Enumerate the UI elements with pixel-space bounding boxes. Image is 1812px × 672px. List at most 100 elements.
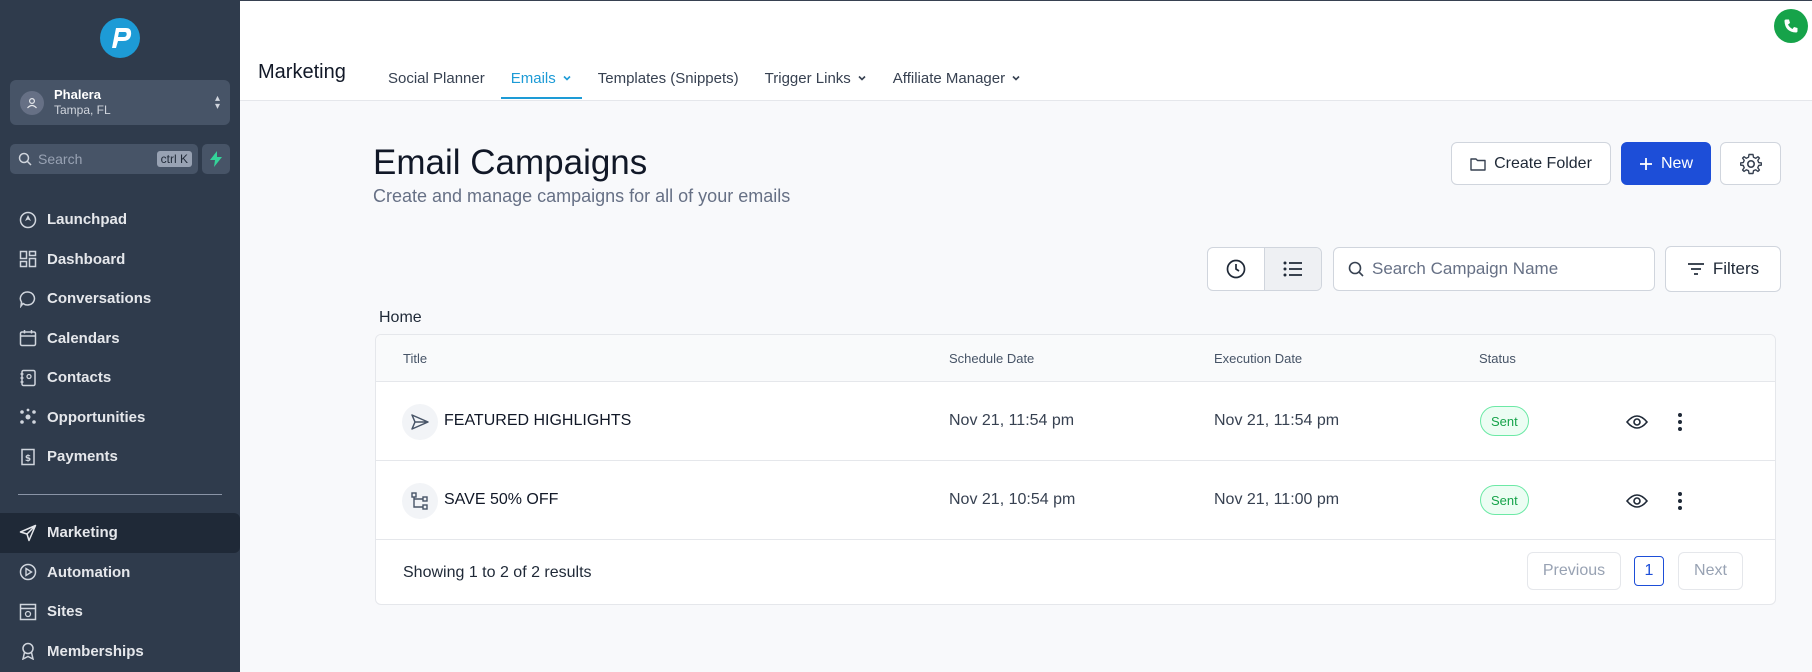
search-icon <box>18 152 32 166</box>
chevron-up-down-icon: ▴ ▾ <box>214 92 220 112</box>
status-badge: Sent <box>1480 406 1529 436</box>
preview-button[interactable] <box>1625 410 1649 434</box>
sidebar-item-label: Dashboard <box>47 250 126 268</box>
chat-icon <box>19 290 36 308</box>
schedule-date: Nov 21, 10:54 pm <box>949 491 1076 508</box>
award-icon <box>21 643 35 661</box>
sidebar-item-label: Marketing <box>47 524 118 542</box>
sidebar-item-label: Payments <box>47 448 118 466</box>
sites-icon <box>19 603 37 620</box>
send-icon <box>402 404 438 440</box>
execution-date: Nov 21, 11:00 pm <box>1214 491 1340 508</box>
brand-logo[interactable] <box>98 16 142 60</box>
create-folder-label: Create Folder <box>1494 154 1592 172</box>
tab-affiliate-manager[interactable]: Affiliate Manager <box>883 57 1031 99</box>
filters-label: Filters <box>1712 259 1760 278</box>
column-header-title: Title <box>403 351 428 366</box>
execution-date: Nov 21, 11:54 pm <box>1214 412 1340 429</box>
sidebar-item-opportunities[interactable]: Opportunities <box>0 398 240 438</box>
chevron-down-icon <box>858 75 866 81</box>
table-footer: Showing 1 to 2 of 2 results Previous 1 N… <box>376 540 1775 604</box>
sidebar-item-label: Contacts <box>47 369 112 387</box>
sidebar-item-label: Automation <box>47 563 131 581</box>
sidebar-item-calendars[interactable]: Calendars <box>0 319 240 359</box>
list-icon <box>1283 261 1302 277</box>
location-city: Tampa, FL <box>54 103 111 117</box>
sidebar-item-launchpad[interactable]: Launchpad <box>0 200 240 240</box>
section-title: Marketing <box>258 61 346 83</box>
list-view-button[interactable] <box>1264 248 1321 290</box>
sidebar-item-automation[interactable]: Automation <box>0 553 240 593</box>
previous-page-button[interactable]: Previous <box>1527 552 1621 590</box>
sidebar-item-marketing[interactable]: Marketing <box>0 513 240 553</box>
sidebar-divider <box>18 494 222 495</box>
chevron-down-icon <box>563 75 571 81</box>
campaign-title[interactable]: FEATURED HIGHLIGHTS <box>444 412 631 430</box>
more-actions-button[interactable] <box>1668 489 1692 513</box>
top-bar: Marketing Social Planner Emails Template… <box>240 0 1812 101</box>
filters-button[interactable]: Filters <box>1665 246 1781 292</box>
plus-icon <box>1639 157 1652 170</box>
table-row[interactable]: FEATURED HIGHLIGHTS Nov 21, 11:54 pm Nov… <box>376 382 1775 461</box>
location-name: Phalera <box>54 87 101 102</box>
preview-button[interactable] <box>1625 489 1649 513</box>
campaign-search-input[interactable]: Search Campaign Name <box>1333 247 1655 291</box>
sidebar-item-label: Opportunities <box>47 408 146 426</box>
dashboard-icon <box>19 251 37 268</box>
sidebar-item-dashboard[interactable]: Dashboard <box>0 240 240 280</box>
section-tabs: Social Planner Emails Templates (Snippet… <box>378 57 1037 99</box>
eye-icon <box>1626 494 1648 508</box>
page-number-button[interactable]: 1 <box>1634 556 1664 586</box>
page-number: 1 <box>1644 562 1654 579</box>
clock-icon <box>1226 259 1246 279</box>
recent-view-button[interactable] <box>1208 248 1264 290</box>
phone-icon <box>1784 19 1798 33</box>
column-header-status: Status <box>1479 351 1516 366</box>
tab-label: Social Planner <box>388 69 485 87</box>
quick-actions-button[interactable] <box>202 144 230 174</box>
sidebar: Phalera Tampa, FL ▴ ▾ Search ctrl K Launc… <box>0 0 240 672</box>
launchpad-icon <box>19 211 37 228</box>
view-toggle <box>1207 247 1322 291</box>
eye-icon <box>1626 415 1648 429</box>
calendar-icon <box>19 330 37 347</box>
sidebar-item-payments[interactable]: $ Payments <box>0 437 240 477</box>
sidebar-search[interactable]: Search ctrl K <box>10 144 198 174</box>
payments-icon: $ <box>21 448 35 465</box>
more-actions-button[interactable] <box>1668 410 1692 434</box>
chevron-down-icon <box>1012 75 1020 81</box>
next-page-button[interactable]: Next <box>1678 552 1743 590</box>
page-title: Email Campaigns <box>373 143 648 182</box>
sidebar-item-label: Memberships <box>47 642 144 660</box>
table-row[interactable]: SAVE 50% OFF Nov 21, 10:54 pm Nov 21, 11… <box>376 461 1775 540</box>
sidebar-item-label: Conversations <box>47 290 152 308</box>
column-header-execution-date: Execution Date <box>1214 351 1303 366</box>
sidebar-item-conversations[interactable]: Conversations <box>0 279 240 319</box>
page-subtitle: Create and manage campaigns for all of y… <box>373 186 791 206</box>
more-vertical-icon <box>1678 413 1682 431</box>
phone-button[interactable] <box>1774 9 1808 43</box>
results-count: Showing 1 to 2 of 2 results <box>403 564 592 581</box>
previous-label: Previous <box>1542 562 1606 579</box>
breadcrumb[interactable]: Home <box>379 309 422 327</box>
campaign-title[interactable]: SAVE 50% OFF <box>444 491 558 509</box>
more-vertical-icon <box>1678 492 1682 510</box>
location-switcher[interactable]: Phalera Tampa, FL ▴ ▾ <box>10 80 230 125</box>
opportunities-icon <box>20 408 36 425</box>
location-icon <box>20 90 44 115</box>
tab-trigger-links[interactable]: Trigger Links <box>755 57 877 99</box>
sidebar-item-contacts[interactable]: Contacts <box>0 358 240 398</box>
tab-label: Affiliate Manager <box>892 69 1006 87</box>
tab-social-planner[interactable]: Social Planner <box>378 57 495 99</box>
new-campaign-button[interactable]: New <box>1621 142 1711 185</box>
tab-emails[interactable]: Emails <box>500 57 582 99</box>
sidebar-item-memberships[interactable]: Memberships <box>0 632 240 672</box>
tab-label: Emails <box>510 69 556 87</box>
create-folder-button[interactable]: Create Folder <box>1451 142 1611 185</box>
folder-icon <box>1470 157 1486 171</box>
send-icon <box>19 524 37 541</box>
tab-templates-snippets[interactable]: Templates (Snippets) <box>588 57 749 99</box>
sidebar-item-sites[interactable]: Sites <box>0 592 240 632</box>
campaigns-table: Title Schedule Date Execution Date Statu… <box>375 334 1776 605</box>
settings-button[interactable] <box>1720 142 1781 185</box>
